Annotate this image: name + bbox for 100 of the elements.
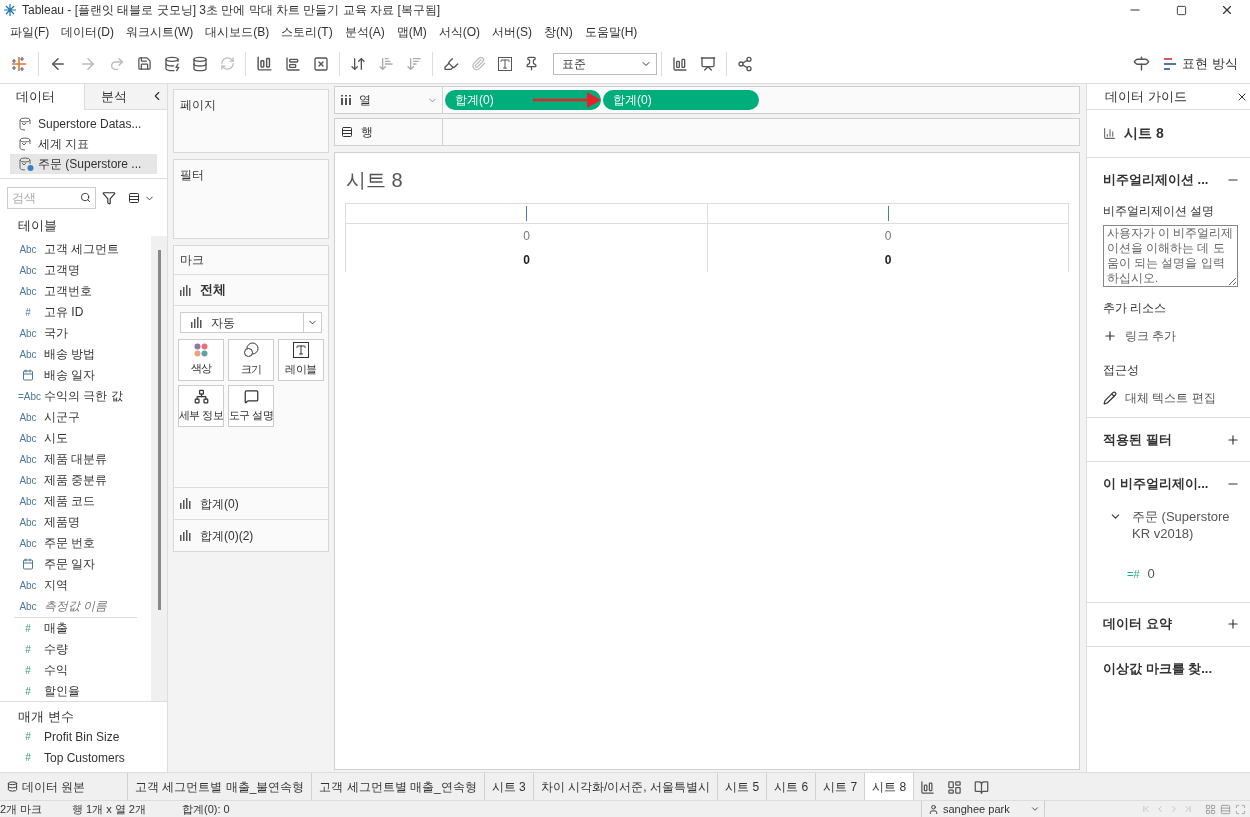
menu-item[interactable]: 맵(M) [390, 23, 433, 41]
field-label: 접근성 [1103, 362, 1140, 379]
data-source-item[interactable]: Superstore Datas... [10, 114, 157, 134]
field-item[interactable]: 배송 방법 [44, 345, 96, 363]
field-item[interactable]: 제품 대분류 [44, 450, 108, 468]
field-item[interactable]: 주문 일자 [44, 555, 96, 573]
menu-item[interactable]: 대시보드(B) [199, 23, 276, 41]
field-item[interactable]: 고객 세그먼트 [44, 240, 120, 258]
menu-item[interactable]: 데이터(D) [55, 23, 120, 41]
field-type-icon: # [18, 641, 38, 657]
show-me-button[interactable]: 표현 방식 [1156, 49, 1246, 78]
user-menu[interactable]: sanghee park [921, 801, 1045, 817]
description-field[interactable]: 사용자가 이 비주얼리제이션을 이해하는 데 도움이 되는 설명을 입력하십시오. [1103, 225, 1238, 287]
status-text: 합계(0): 0 [182, 801, 230, 817]
field-item[interactable]: 주문 번호 [44, 534, 96, 552]
field-item[interactable]: 고객번호 [44, 282, 92, 300]
field-type-icon: Abc [18, 346, 38, 362]
section-heading[interactable]: 적용된 필터 [1103, 429, 1172, 450]
field-item[interactable]: 제품 중분류 [44, 471, 108, 489]
field-type-icon: # [18, 750, 38, 765]
sheet-name: 시트 8 [1124, 124, 1164, 143]
user-icon [928, 803, 939, 815]
field-item[interactable]: 시도 [44, 429, 68, 447]
field-type-icon: Abc [18, 577, 38, 593]
expand-icon[interactable] [1226, 432, 1240, 447]
measure-item[interactable]: 합계(0)(2) [200, 526, 254, 545]
axis-tick [887, 206, 889, 221]
database-icon [18, 116, 34, 132]
text-icon [293, 342, 309, 359]
field-type-icon: Abc [18, 241, 38, 257]
field-type-icon: Abc [18, 514, 38, 530]
field-item[interactable]: 수익 [44, 661, 68, 679]
add-link[interactable]: 링크 추가 [1125, 327, 1177, 345]
field-type-icon: =# [1127, 565, 1140, 582]
table-cell-text: 0 [884, 228, 892, 245]
mark-type-select[interactable]: 자동 [180, 312, 322, 333]
field-item[interactable]: 매출 [44, 619, 68, 637]
parameter-item[interactable]: Top Customers [44, 748, 125, 767]
grid-view-icon[interactable] [1205, 803, 1216, 815]
field-item[interactable]: 지역 [44, 576, 68, 594]
rows-icon [341, 126, 353, 138]
show-me-icon [1164, 57, 1179, 70]
edit-alt-text-link[interactable]: 대체 텍스트 편집 [1125, 389, 1216, 407]
parameter-item[interactable]: Profit Bin Size [44, 727, 120, 746]
menu-item[interactable]: 워크시트(W) [120, 23, 200, 41]
section-heading[interactable]: 이상값 마크를 찾... [1103, 658, 1213, 679]
section-heading[interactable]: 데이터 요약 [1103, 614, 1172, 634]
menu-item[interactable]: 파일(F) [4, 23, 56, 41]
filter-icon[interactable] [102, 191, 116, 205]
field-item[interactable]: 국가 [44, 324, 68, 342]
pane-title: 데이터 가이드 [1105, 87, 1187, 106]
field-item[interactable]: 고객명 [44, 261, 80, 279]
status-text: 행 1개 x 열 2개 [72, 801, 147, 817]
menu-item[interactable]: 서버(S) [486, 23, 538, 41]
marks-all-label[interactable]: 전체 [200, 280, 226, 300]
measure-item[interactable]: 합계(0) [200, 494, 239, 513]
maximize-icon [1175, 4, 1187, 16]
menu-item[interactable]: 도움말(H) [578, 23, 644, 41]
mark-property-button[interactable]: 도구 설명 [228, 385, 274, 427]
field-item[interactable]: 수량 [44, 640, 68, 658]
scrollbar-thumb[interactable] [157, 249, 161, 610]
section-heading[interactable]: 비주얼리제이션 ... [1103, 170, 1209, 190]
field-label: 비주얼리제이션 설명 [1103, 203, 1216, 220]
field-item[interactable]: 측정값 이름 [44, 597, 108, 615]
menu-item[interactable]: 스토리(T) [275, 23, 339, 41]
mark-property-button[interactable]: 레이블 [278, 339, 324, 381]
field-item[interactable]: 배송 일자 [44, 366, 96, 384]
menu-item[interactable]: 창(N) [538, 23, 579, 41]
mark-property-button[interactable]: 색상 [178, 339, 224, 381]
calendar-icon [22, 369, 34, 381]
table-cell-text: 0 [523, 252, 530, 269]
search-icon [80, 192, 91, 203]
field-type-icon: # [18, 683, 38, 699]
field-item[interactable]: 시군구 [44, 408, 80, 426]
mark-property-button[interactable]: 세부 정보 [178, 385, 224, 427]
field-item[interactable]: 수익의 극한 값 [44, 387, 123, 405]
menu-item[interactable]: 서식(O) [432, 23, 486, 41]
expand-icon[interactable] [1226, 617, 1240, 631]
data-source-item[interactable]: 세계 지표 [10, 134, 157, 154]
field-type-icon: Abc [18, 409, 38, 425]
color-dots-icon [194, 343, 208, 358]
field-item[interactable]: 고유 ID [44, 303, 84, 321]
sheet-tab[interactable]: 시트 8 [865, 773, 915, 800]
field-item[interactable]: 제품 코드 [44, 492, 96, 510]
data-source-name: 주문 (Superstore KR v2018) [1132, 508, 1231, 542]
field-item[interactable]: 할인율 [44, 682, 80, 700]
mark-property-button[interactable]: 크기 [228, 339, 274, 381]
section-heading[interactable]: 이 비주얼리제이... [1103, 474, 1209, 494]
size-circles-icon [243, 342, 259, 359]
field-item[interactable]: 제품명 [44, 513, 80, 531]
data-source-item[interactable]: 주문 (Superstore ... [10, 154, 157, 174]
database-icon [18, 156, 34, 172]
list-view-icon[interactable] [128, 192, 140, 204]
table-cell-text: 0 [884, 252, 892, 269]
pane-tab[interactable]: 분석 [83, 84, 167, 110]
bar-chart-icon [180, 498, 192, 509]
search-field[interactable]: 검색 [7, 187, 96, 209]
card-title: 마크 [180, 252, 204, 269]
menu-item[interactable]: 분석(A) [338, 23, 391, 41]
fit-select[interactable]: 표준 [553, 52, 657, 75]
